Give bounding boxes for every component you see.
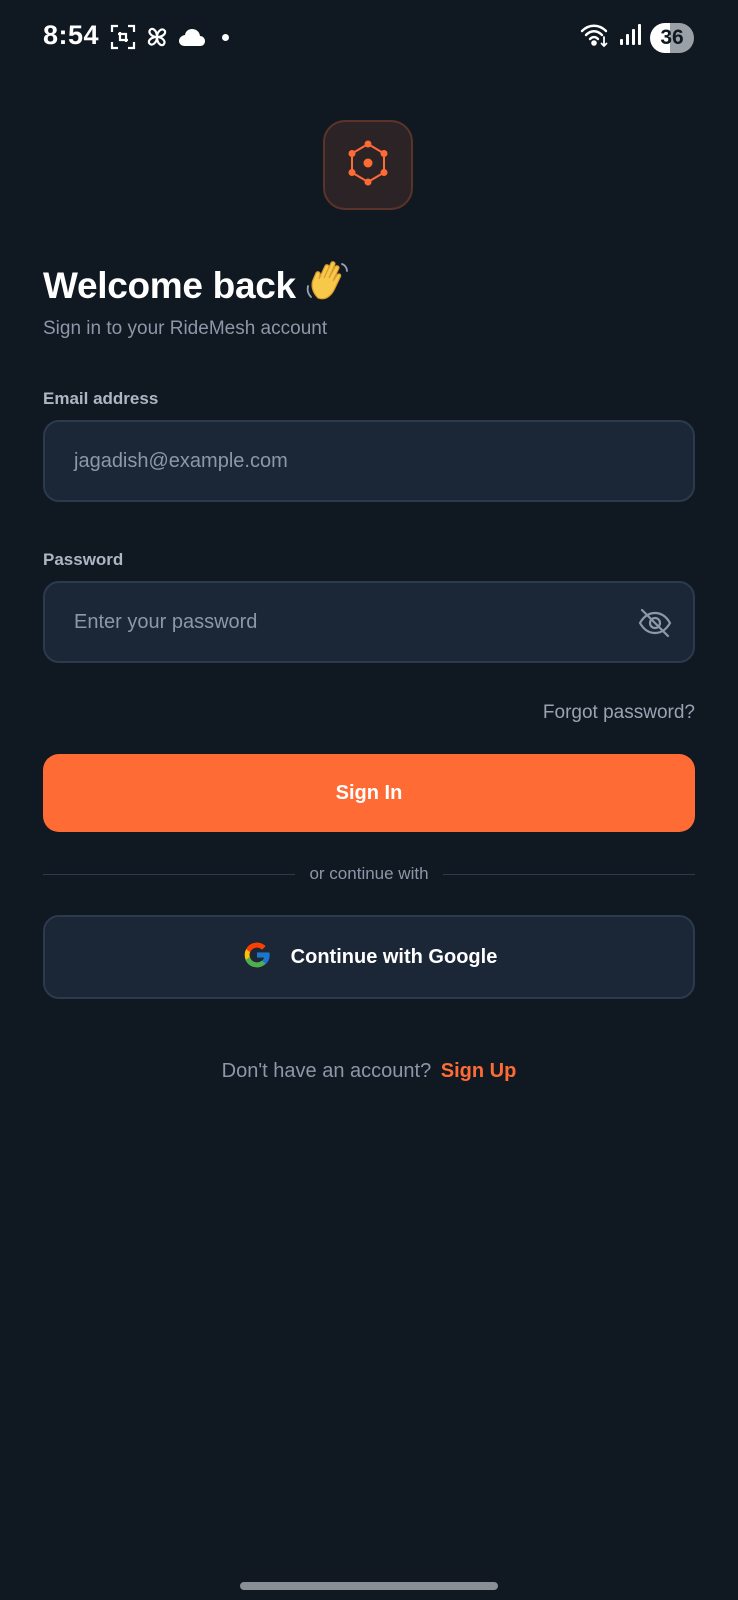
- divider-line-left: [43, 873, 296, 875]
- signup-prompt: Don't have an account? Sign Up: [0, 1060, 738, 1083]
- google-icon: [241, 939, 273, 976]
- network-hub-icon: [343, 138, 393, 193]
- email-field[interactable]: jagadish@example.com: [43, 420, 695, 502]
- divider: or continue with: [43, 862, 696, 886]
- page-title: Welcome back: [43, 258, 350, 313]
- password-placeholder: Enter your password: [74, 610, 258, 633]
- status-right-icons: 36: [580, 22, 694, 53]
- status-time: 8:54: [43, 20, 100, 50]
- password-label: Password: [43, 550, 124, 569]
- signup-prompt-text: Don't have an account?: [221, 1060, 432, 1082]
- home-indicator[interactable]: [240, 1582, 498, 1590]
- forgot-password-link[interactable]: Forgot password?: [543, 702, 695, 724]
- eye-off-icon[interactable]: [637, 607, 673, 644]
- signal-icon: [618, 23, 642, 52]
- screenshot-icon: [110, 24, 136, 50]
- wifi-icon: [580, 22, 610, 53]
- notification-dot: [222, 33, 229, 41]
- cloud-icon: [178, 26, 206, 48]
- battery-icon: 36: [650, 22, 694, 53]
- pinwheel-icon: [144, 24, 170, 50]
- email-label: Email address: [43, 389, 159, 408]
- sign-in-button[interactable]: Sign In: [43, 754, 695, 832]
- divider-text: or continue with: [309, 864, 429, 883]
- password-field[interactable]: Enter your password: [43, 581, 695, 663]
- divider-line-right: [442, 873, 696, 875]
- status-left-icons: [110, 24, 229, 50]
- sign-up-link[interactable]: Sign Up: [441, 1060, 517, 1082]
- google-button-label: Continue with Google: [290, 945, 498, 968]
- email-placeholder: jagadish@example.com: [74, 449, 288, 472]
- waving-hand-icon: [304, 258, 350, 313]
- app-logo: [323, 120, 413, 210]
- page-title-text: Welcome back: [43, 264, 296, 306]
- google-signin-button[interactable]: Continue with Google: [43, 915, 695, 999]
- page-subtitle: Sign in to your RideMesh account: [43, 318, 328, 339]
- status-bar: 8:54 36: [0, 0, 738, 76]
